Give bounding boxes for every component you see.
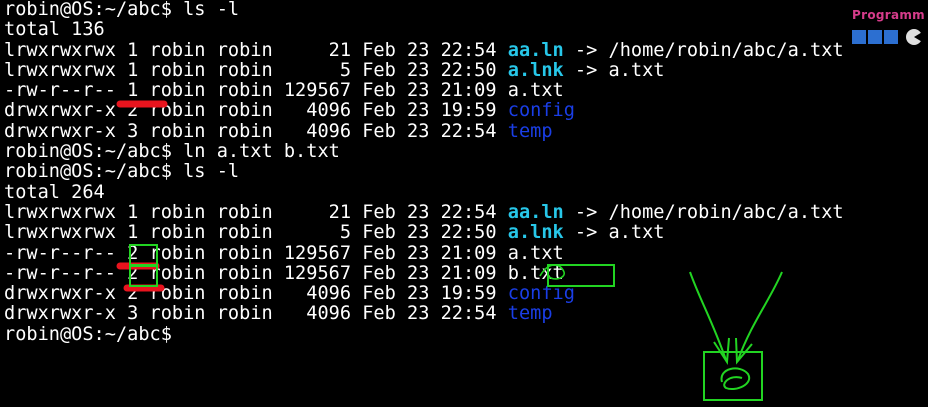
terminal-text: drwxrwxr-x 2 robin robin 4096 Feb 23 19:… <box>4 100 508 122</box>
terminal-text: -rw-r--r-- 1 robin robin 129567 Feb 23 2… <box>4 80 564 102</box>
terminal-text: -> /home/robin/abc/a.txt <box>563 201 844 223</box>
terminal-text: drwxrwxr-x 3 robin robin 4096 Feb 23 22:… <box>4 120 508 142</box>
terminal-text: lrwxrwxrwx 1 robin robin 5 Feb 23 22:50 <box>4 222 508 244</box>
terminal-line: robin@OS:~/abc$ ls -l <box>4 162 844 182</box>
directory-name: config <box>507 100 575 122</box>
terminal-text: robin@OS:~/abc$ ln a.txt b.txt <box>4 141 340 163</box>
terminal-text: lrwxrwxrwx 1 robin robin 21 Feb 23 22:54 <box>4 201 508 223</box>
terminal-text: lrwxrwxrwx 1 robin robin 21 Feb 23 22:54 <box>4 39 508 61</box>
terminal-text: -> a.txt <box>563 222 665 244</box>
terminal-text: -rw-r--r-- 2 robin robin 129567 Feb 23 2… <box>4 242 564 264</box>
terminal-line: lrwxrwxrwx 1 robin robin 5 Feb 23 22:50 … <box>4 223 844 243</box>
terminal-line: drwxrwxr-x 3 robin robin 4096 Feb 23 22:… <box>4 304 844 324</box>
terminal-line: total 264 <box>4 181 844 203</box>
terminal-text: robin@OS:~/abc$ ls -l <box>4 161 240 183</box>
terminal-text: drwxrwxr-x 2 robin robin 4096 Feb 23 19:… <box>4 283 508 305</box>
terminal-line: -rw-r--r-- 1 robin robin 129567 Feb 23 2… <box>4 81 844 101</box>
terminal-text: -> a.txt <box>563 59 665 81</box>
directory-name: temp <box>507 303 553 325</box>
terminal-line: lrwxrwxrwx 1 robin robin 5 Feb 23 22:50 … <box>4 59 844 81</box>
symlink-name: a.lnk <box>507 222 564 244</box>
terminal-line: robin@OS:~/abc$ <box>4 323 844 345</box>
directory-name: temp <box>507 120 553 142</box>
symlink-name: a.lnk <box>507 59 564 81</box>
terminal-line: lrwxrwxrwx 1 robin robin 21 Feb 23 22:54… <box>4 39 844 61</box>
green-file-box <box>703 351 763 401</box>
terminal-line: -rw-r--r-- 2 robin robin 129567 Feb 23 2… <box>4 242 844 264</box>
symlink-name: aa.ln <box>507 39 564 61</box>
terminal-text: lrwxrwxrwx 1 robin robin 5 Feb 23 22:50 <box>4 59 508 81</box>
terminal-line: -rw-r--r-- 2 robin robin 129567 Feb 23 2… <box>4 262 844 284</box>
directory-name: config <box>507 283 575 305</box>
symlink-name: aa.ln <box>507 201 564 223</box>
terminal-line: lrwxrwxrwx 1 robin robin 21 Feb 23 22:54… <box>4 201 844 223</box>
terminal-line: drwxrwxr-x 3 robin robin 4096 Feb 23 22:… <box>4 120 844 142</box>
terminal-text: total 264 <box>4 181 105 203</box>
green-inode-scribble <box>720 367 751 390</box>
terminal-line: drwxrwxr-x 2 robin robin 4096 Feb 23 19:… <box>4 101 844 121</box>
terminal-text: robin@OS:~/abc$ <box>4 323 172 345</box>
channel-logo: Programm <box>850 6 928 62</box>
terminal-text: robin@OS:~/abc$ ls -l <box>4 0 240 20</box>
terminal-line: drwxrwxr-x 2 robin robin 4096 Feb 23 19:… <box>4 284 844 304</box>
logo-mark <box>852 29 924 45</box>
terminal-output[interactable]: robin@OS:~/abc$ ls -l total 136 lrwxrwxrwx… <box>4 0 844 345</box>
terminal-line: total 136 <box>4 20 844 40</box>
terminal-line: robin@OS:~/abc$ ln a.txt b.txt <box>4 141 844 163</box>
terminal-text: drwxrwxr-x 3 robin robin 4096 Feb 23 22:… <box>4 303 508 325</box>
terminal-text: -rw-r--r-- 2 robin robin 129567 Feb 23 2… <box>4 262 564 284</box>
terminal-line: robin@OS:~/abc$ ls -l <box>4 0 844 20</box>
terminal-text: -> /home/robin/abc/a.txt <box>563 39 844 61</box>
terminal-text: total 136 <box>4 19 105 41</box>
